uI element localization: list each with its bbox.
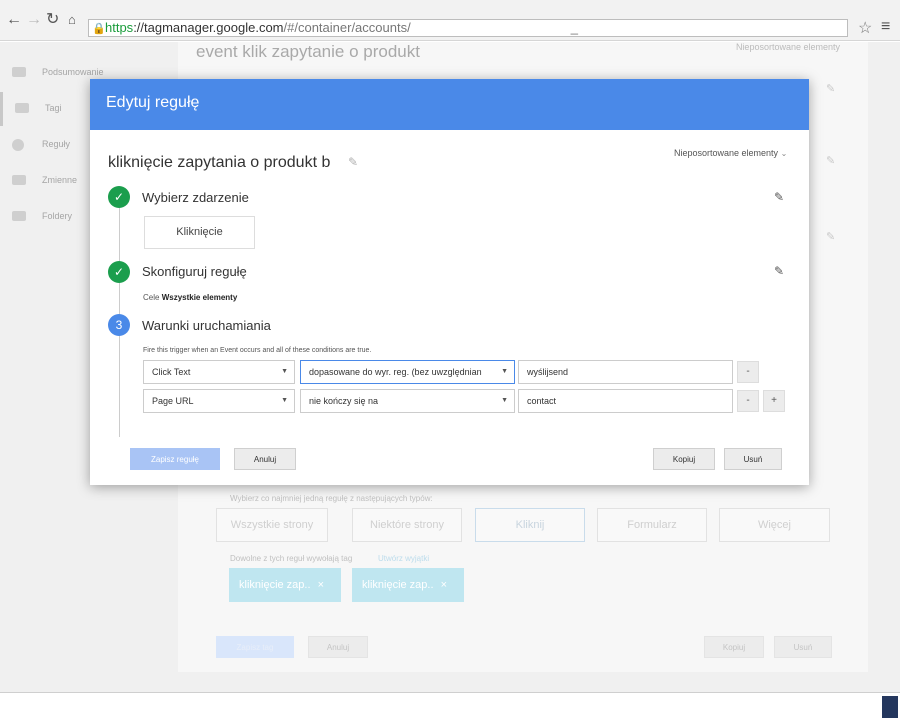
exceptions-link[interactable]: Utwórz wyjątki <box>378 554 429 563</box>
rule-type-all-pages[interactable]: Wszystkie strony <box>216 508 328 542</box>
rule-chip-label: kliknięcie zap.. <box>362 579 434 591</box>
sort-dropdown[interactable]: Nieposortowane elementy ⌄ <box>674 148 787 158</box>
rule-type-more[interactable]: Więcej <box>719 508 830 542</box>
star-icon[interactable]: ☆ <box>858 18 872 38</box>
dropdown-arrow-icon: ▼ <box>501 397 508 404</box>
rule-name: kliknięcie zapytania o produkt b <box>108 154 331 171</box>
choose-rule-text: Wybierz co najmniej jedną regułę z nastę… <box>230 494 433 503</box>
fire-condition-text: Fire this trigger when an Event occurs a… <box>143 347 372 354</box>
lock-icon: 🔒 <box>92 23 106 35</box>
cancel-tag-button[interactable]: Anuluj <box>308 636 368 658</box>
home-icon[interactable]: ⌂ <box>68 10 76 30</box>
operator-select[interactable]: dopasowane do wyr. reg. (bez uwzględnian… <box>300 360 515 384</box>
sort-label: Nieposortowane elementy <box>674 148 779 158</box>
pencil-icon[interactable]: ✎ <box>774 264 784 278</box>
step-label: Skonfiguruj regułę <box>142 264 247 279</box>
briefcase-icon <box>12 67 26 77</box>
rule-type-click[interactable]: Kliknij <box>475 508 585 542</box>
sidebar-item-label: Foldery <box>42 211 73 221</box>
sidebar-item-label: Tagi <box>45 103 62 113</box>
address-bar[interactable]: 🔒 https://tagmanager.google.com/#/contai… <box>88 19 848 37</box>
pencil-icon[interactable]: ✎ <box>826 230 835 243</box>
any-rule-text: Dowolne z tych reguł wywołają tag <box>230 554 353 563</box>
targets-text: Cele Wszystkie elementy <box>143 293 237 302</box>
step-number: 3 <box>108 314 130 336</box>
operator-select[interactable]: nie kończy się na ▼ <box>300 389 515 413</box>
rule-type-form[interactable]: Formularz <box>597 508 707 542</box>
copy-tag-button[interactable]: Kopiuj <box>704 636 764 658</box>
browser-toolbar: ← → ↻ ⌂ 🔒 https://tagmanager.google.com/… <box>0 0 900 41</box>
edit-name-icon[interactable]: ✎ <box>348 155 358 169</box>
rule-chip[interactable]: kliknięcie zap.. × <box>352 568 464 602</box>
url-suffix: _ <box>570 20 578 35</box>
rule-type-some-pages[interactable]: Niektóre strony <box>352 508 462 542</box>
url-host: ://tagmanager.google.com <box>133 20 284 35</box>
close-icon[interactable]: × <box>441 579 447 591</box>
variable-value: Page URL <box>152 396 194 406</box>
target-icon <box>12 139 24 151</box>
chevron-down-icon: ⌄ <box>780 149 788 158</box>
save-tag-button[interactable]: Zapisz tag <box>216 636 294 658</box>
pencil-icon[interactable]: ✎ <box>774 190 784 204</box>
check-icon: ✓ <box>108 261 130 283</box>
remove-condition-button[interactable]: - <box>737 361 759 383</box>
url-scheme: https <box>105 20 134 35</box>
variable-value: Click Text <box>152 367 191 377</box>
value-input[interactable]: wyślijsend <box>518 360 733 384</box>
value-input[interactable]: contact <box>518 389 733 413</box>
taskbar-thumbnail <box>882 696 898 718</box>
menu-icon[interactable]: ≡ <box>881 18 890 36</box>
forward-icon[interactable]: → <box>26 10 42 30</box>
event-button[interactable]: Kliknięcie <box>144 216 255 249</box>
sidebar-item-label: Zmienne <box>42 175 78 185</box>
rule-chip-label: kliknięcie zap.. <box>239 579 311 591</box>
step-label: Warunki uruchamiania <box>142 318 271 333</box>
dropdown-arrow-icon: ▼ <box>281 368 288 375</box>
remove-condition-button[interactable]: - <box>737 390 759 412</box>
variable-select[interactable]: Page URL ▼ <box>143 389 295 413</box>
edit-rule-dialog: Edytuj regułę kliknięcie zapytania o pro… <box>90 79 809 485</box>
tag-icon <box>15 103 29 113</box>
pencil-icon[interactable]: ✎ <box>826 82 835 95</box>
step-label: Wybierz zdarzenie <box>142 190 249 205</box>
sort-dropdown[interactable]: Nieposortowane elementy <box>736 42 840 52</box>
dialog-header: Edytuj regułę <box>90 79 809 130</box>
delete-button[interactable]: Usuń <box>724 448 782 470</box>
operator-value: dopasowane do wyr. reg. (bez uwzględnian <box>309 367 482 377</box>
copy-button[interactable]: Kopiuj <box>653 448 715 470</box>
dropdown-arrow-icon: ▼ <box>281 397 288 404</box>
folder-icon <box>12 211 26 221</box>
add-condition-button[interactable]: + <box>763 390 785 412</box>
delete-tag-button[interactable]: Usuń <box>774 636 832 658</box>
targets-label: Cele <box>143 293 160 302</box>
check-icon: ✓ <box>108 186 130 208</box>
save-rule-button[interactable]: Zapisz regułę <box>130 448 220 470</box>
taskbar <box>0 692 900 720</box>
tag-title: event klik zapytanie o produkt <box>196 42 420 61</box>
url-path: /#/container/accounts/ <box>283 20 411 35</box>
close-icon[interactable]: × <box>318 579 324 591</box>
lego-icon <box>12 175 26 185</box>
dropdown-arrow-icon: ▼ <box>501 368 508 375</box>
dialog-title: Edytuj regułę <box>106 94 200 111</box>
sidebar-item-label: Reguły <box>42 139 71 149</box>
targets-value: Wszystkie elementy <box>161 293 238 302</box>
back-icon[interactable]: ← <box>6 10 22 30</box>
operator-value: nie kończy się na <box>309 396 379 406</box>
sidebar-item-label: Podsumowanie <box>42 67 104 77</box>
pencil-icon[interactable]: ✎ <box>826 154 835 167</box>
rule-chip[interactable]: kliknięcie zap.. × <box>229 568 341 602</box>
cancel-button[interactable]: Anuluj <box>234 448 296 470</box>
variable-select[interactable]: Click Text ▼ <box>143 360 295 384</box>
reload-icon[interactable]: ↻ <box>46 10 59 30</box>
